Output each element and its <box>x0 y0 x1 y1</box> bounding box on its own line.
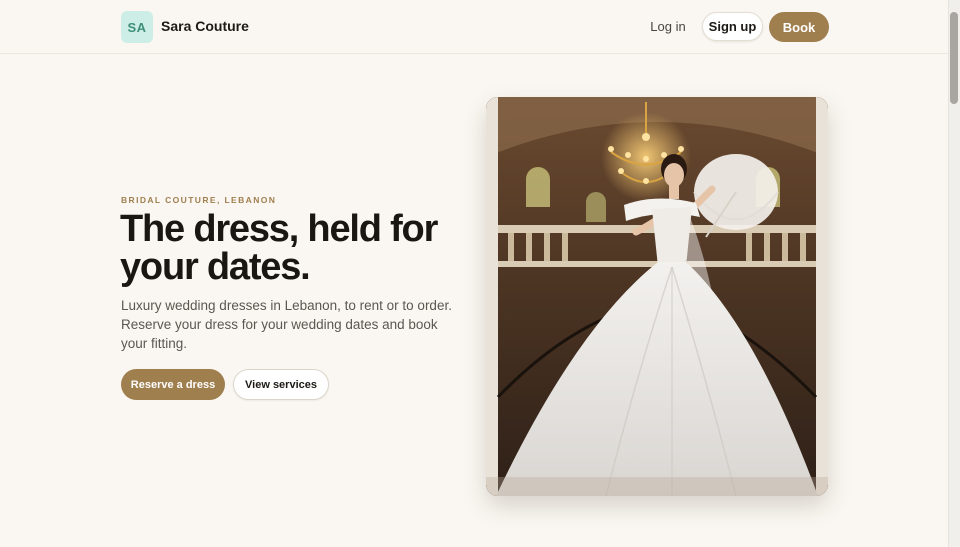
reserve-dress-button[interactable]: Reserve a dress <box>121 369 225 400</box>
site-header: SA Sara Couture Log in Sign up Book <box>0 0 948 54</box>
hero-bride-photo <box>486 97 828 496</box>
hero-subtext: Luxury wedding dresses in Lebanon, to re… <box>121 298 452 351</box>
scrollbar-thumb[interactable] <box>950 12 958 104</box>
logo-badge[interactable]: SA <box>121 11 153 43</box>
signup-button[interactable]: Sign up <box>702 12 763 41</box>
brand-name[interactable]: Sara Couture <box>161 18 249 34</box>
book-button[interactable]: Book <box>769 12 829 42</box>
login-link[interactable]: Log in <box>640 12 696 41</box>
view-services-button[interactable]: View services <box>233 369 329 400</box>
hero-eyebrow: BRIDAL COUTURE, LEBANON <box>121 195 277 205</box>
hero-headline: The dress, held for your dates. <box>120 208 438 288</box>
